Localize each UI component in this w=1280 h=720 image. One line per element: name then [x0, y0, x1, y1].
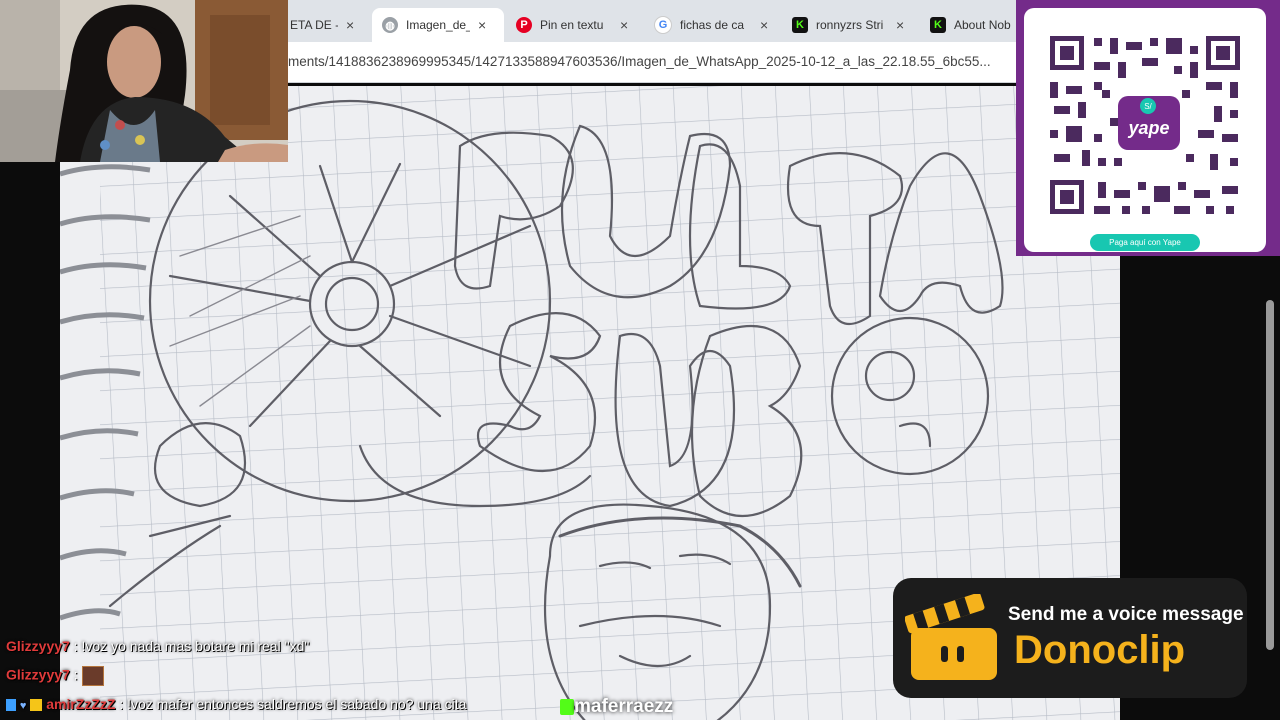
qr-code-icon: S/ yape	[1050, 36, 1240, 214]
emote-icon	[81, 666, 104, 686]
close-tab-icon[interactable]: ×	[346, 17, 354, 33]
close-tab-icon[interactable]: ×	[620, 17, 628, 33]
chat-message: ♥ amirZzZzZ : !voz mafer entonces saldre…	[6, 696, 466, 712]
tab-title: About Nob	[954, 18, 1011, 32]
heart-badge-icon: ♥	[19, 700, 27, 712]
chat-separator: :	[73, 638, 78, 654]
chat-username: Glizzyyy7	[6, 638, 70, 654]
browser-tab[interactable]: K About Nob	[930, 8, 1018, 42]
browser-tab-active[interactable]: ◍ Imagen_de_ ×	[372, 8, 504, 42]
browser-tab[interactable]: G fichas de ca ×	[654, 8, 778, 42]
chat-username: Glizzyyy7	[6, 666, 70, 683]
streamer-name-text: maferraezz	[574, 696, 674, 717]
yape-logo: S/ yape	[1118, 96, 1180, 150]
chat-username: amirZzZzZ	[46, 696, 116, 712]
qr-card: S/ yape	[1024, 8, 1266, 252]
donoclip-tagline: Send me a voice message	[1008, 604, 1244, 625]
tab-title: ETA DE -	[290, 18, 338, 32]
chat-text: !voz yo nada mas botare mi real "xd"	[81, 638, 310, 654]
browser-tab[interactable]: ETA DE - ×	[288, 8, 370, 42]
streamer-name: maferraezz	[560, 696, 673, 718]
currency-label: S/	[1144, 102, 1152, 111]
tab-title: ronnyzrs Stri	[816, 18, 884, 32]
tab-title: Pin en textu	[540, 18, 604, 32]
chat-message: Glizzyyy7 :	[6, 666, 104, 686]
tab-title: fichas de ca	[680, 18, 745, 32]
badge-icon	[6, 699, 16, 712]
crown-badge-icon	[30, 699, 43, 712]
kick-logo-icon	[560, 698, 574, 715]
clapperboard-icon	[905, 594, 997, 680]
url-text: ments/1418836238969995345/14271335889476…	[288, 54, 991, 69]
globe-icon: ◍	[382, 17, 398, 33]
close-tab-icon[interactable]: ×	[478, 17, 486, 33]
webcam-overlay	[0, 0, 288, 162]
tab-title: Imagen_de_	[406, 18, 470, 32]
close-tab-icon[interactable]: ×	[896, 17, 904, 33]
scrollbar-thumb[interactable]	[1266, 300, 1274, 650]
close-tab-icon[interactable]: ×	[760, 17, 768, 33]
yape-caption: Paga aquí con Yape	[1090, 234, 1200, 251]
address-bar[interactable]: ments/1418836238969995345/14271335889476…	[288, 42, 1018, 83]
browser-tab-strip: ETA DE - × ◍ Imagen_de_ × P Pin en textu…	[288, 0, 1018, 42]
donoclip-brand: Donoclip	[1014, 628, 1186, 672]
chat-text: !voz mafer entonces saldremos el sabado …	[127, 696, 467, 712]
streamer-camera-feed	[0, 0, 288, 162]
chat-message: Glizzyyy7 : !voz yo nada mas botare mi r…	[6, 638, 309, 654]
browser-tab[interactable]: K ronnyzrs Stri ×	[792, 8, 916, 42]
kick-icon: K	[930, 17, 946, 33]
chat-separator: :	[73, 666, 78, 683]
pinterest-icon: P	[516, 17, 532, 33]
browser-tab[interactable]: P Pin en textu ×	[516, 8, 640, 42]
yape-brand-label: yape	[1127, 118, 1169, 138]
kick-icon: K	[792, 17, 808, 33]
google-icon: G	[654, 16, 672, 34]
chat-separator: :	[119, 696, 124, 712]
